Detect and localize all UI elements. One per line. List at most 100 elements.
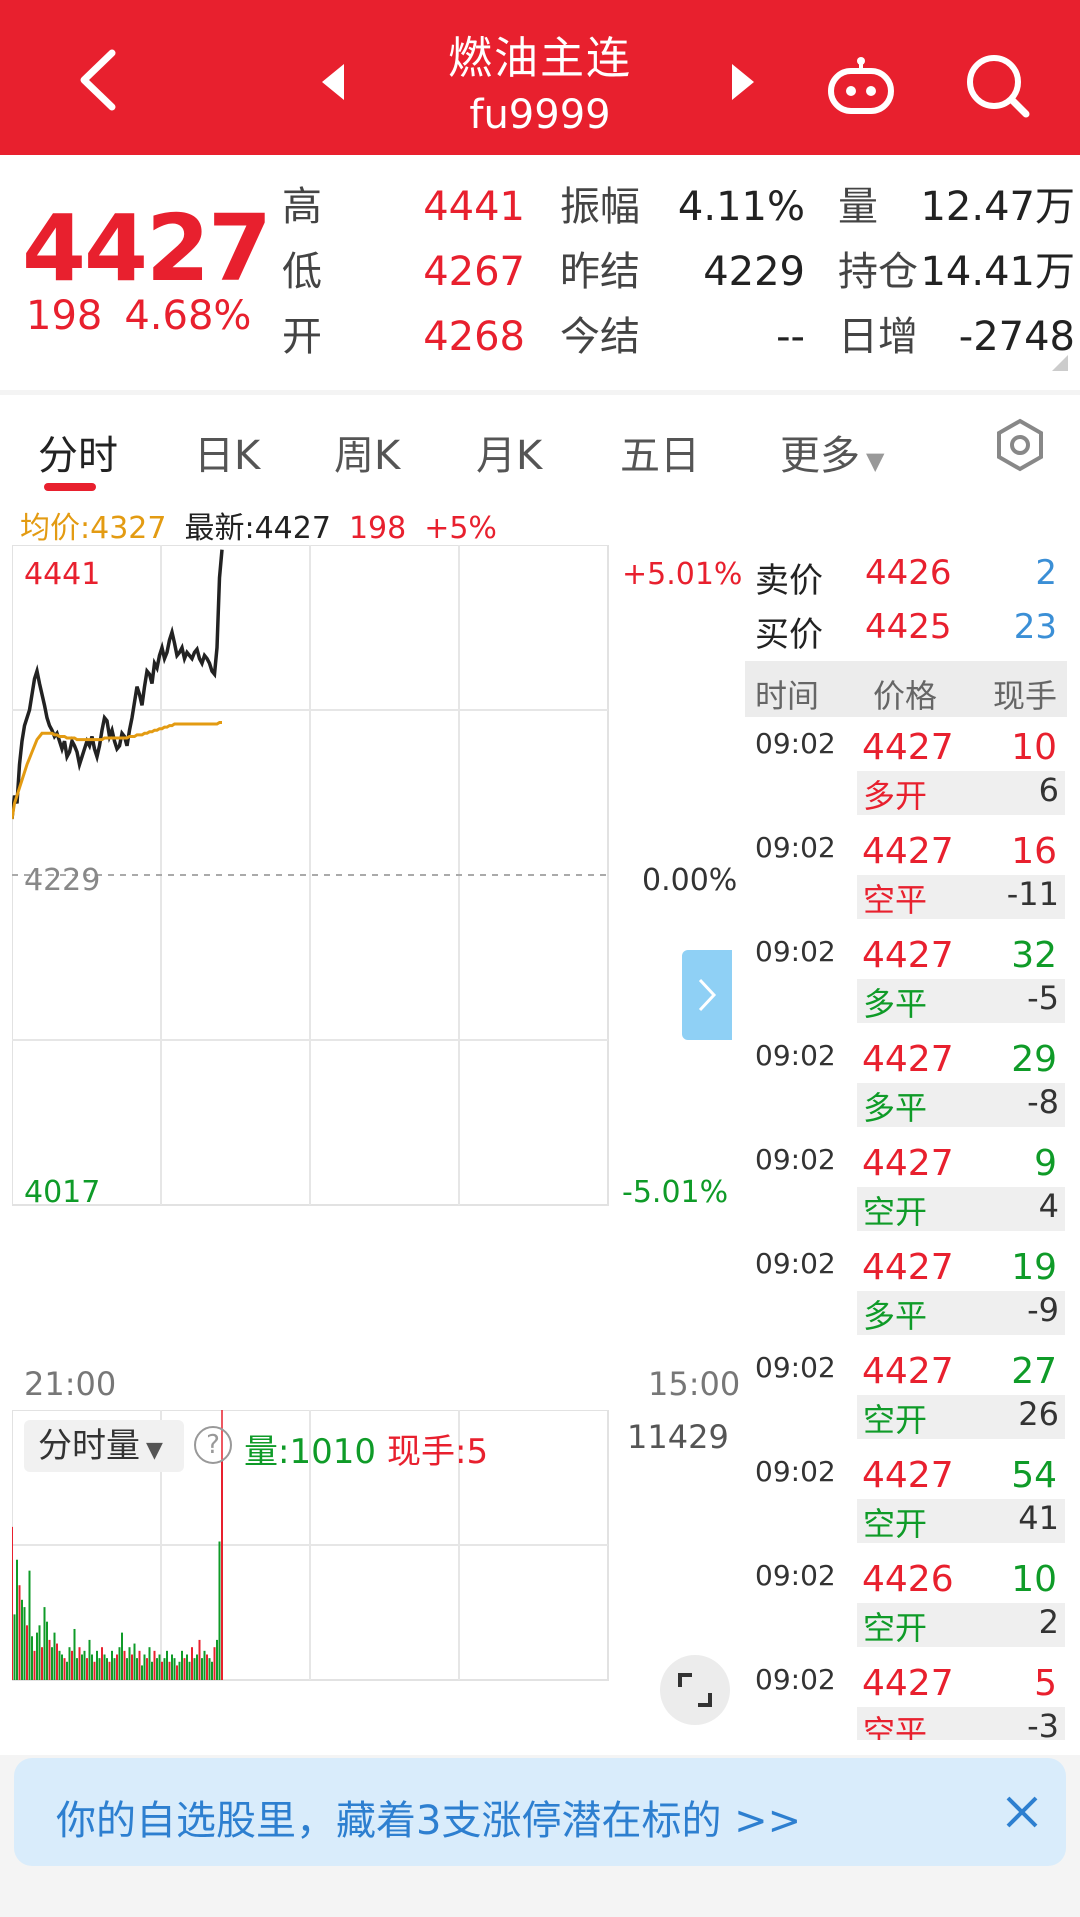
trade-net: -3 xyxy=(1027,1707,1059,1740)
trade-row: 09:02 4427 32 多平 -5 xyxy=(745,929,1067,1033)
expand-corner-icon[interactable] xyxy=(1052,355,1068,371)
label-open: 开 xyxy=(282,314,322,360)
collapse-panel-button[interactable] xyxy=(682,950,732,1040)
quote-panel: 4427 198 4.68% 高 低 开 4441 4267 4268 振幅 昨结… xyxy=(0,155,1080,390)
bid-qty: 23 xyxy=(1013,607,1057,647)
trade-net: 26 xyxy=(1018,1395,1059,1433)
trade-detail: 空平 -11 xyxy=(857,875,1065,919)
trade-type: 空平 xyxy=(863,881,928,919)
trade-net: -11 xyxy=(1006,875,1059,913)
legend-change-pct: +5% xyxy=(424,511,497,546)
trade-detail: 多开 6 xyxy=(857,771,1065,815)
trade-qty: 5 xyxy=(1034,1663,1057,1704)
volume-indicator-select[interactable]: 分时量 ▼ xyxy=(24,1420,184,1472)
ask-label: 卖价 xyxy=(755,561,823,601)
value-open: 4268 xyxy=(423,314,525,360)
trade-detail: 空平 -3 xyxy=(857,1707,1065,1740)
trade-type: 多平 xyxy=(863,1089,928,1127)
period-tabs: 分时 日K 周K 月K 五日 更多 ▼ xyxy=(0,395,1080,495)
trade-qty: 9 xyxy=(1034,1143,1057,1184)
tab-weekly-k[interactable]: 周K xyxy=(334,423,400,481)
trade-row: 09:02 4427 10 多开 6 xyxy=(745,721,1067,825)
label-today-settle: 今结 xyxy=(560,314,640,360)
trade-time: 09:02 xyxy=(755,935,836,968)
col-price: 价格 xyxy=(873,677,938,715)
chevron-down-icon: ▼ xyxy=(146,1438,163,1463)
pct-label-zero: 0.00% xyxy=(642,863,738,898)
trade-qty: 19 xyxy=(1011,1247,1057,1288)
quote-values-col1: 4441 4267 4268 xyxy=(420,175,525,370)
trade-row: 09:02 4426 10 空开 2 xyxy=(745,1553,1067,1657)
trade-detail: 空开 41 xyxy=(857,1499,1065,1543)
trade-type: 空开 xyxy=(863,1401,928,1439)
trade-type: 多开 xyxy=(863,777,928,815)
ask-row: 卖价 4426 2 xyxy=(745,553,1067,609)
price-change: 198 4.68% xyxy=(26,293,273,339)
pct-label-low: -5.01% xyxy=(622,1175,729,1210)
trade-net: -9 xyxy=(1027,1291,1059,1329)
volume-current-hand: 现手:5 xyxy=(387,1432,489,1472)
trade-price: 4427 xyxy=(862,1247,954,1288)
intraday-price-chart[interactable] xyxy=(12,545,742,1365)
trade-row: 09:02 4427 16 空平 -11 xyxy=(745,825,1067,929)
trades-header: 时间 价格 现手 xyxy=(745,661,1067,717)
legend-avg-price: 均价:4327 xyxy=(20,511,167,546)
promo-banner-text: 你的自选股里，藏着3支涨停潜在标的 >> xyxy=(56,1798,802,1844)
value-low: 4267 xyxy=(423,249,525,295)
trade-time: 09:02 xyxy=(755,1455,836,1488)
trade-type: 多平 xyxy=(863,985,928,1023)
volume-quantity: 量:1010 xyxy=(244,1432,376,1472)
value-volume: 12.47万 xyxy=(920,184,1075,230)
trade-time: 09:02 xyxy=(755,1143,836,1176)
trade-qty: 10 xyxy=(1011,727,1057,768)
trade-qty: 32 xyxy=(1011,935,1057,976)
trade-time: 09:02 xyxy=(755,1039,836,1072)
trade-detail: 空开 4 xyxy=(857,1187,1065,1231)
tab-five-day[interactable]: 五日 xyxy=(620,423,700,481)
tab-intraday[interactable]: 分时 xyxy=(38,423,118,481)
y-label-prev-settle: 4229 xyxy=(24,863,101,898)
back-icon[interactable] xyxy=(70,45,130,115)
col-time: 时间 xyxy=(755,677,820,715)
search-icon[interactable] xyxy=(962,50,1032,120)
orderbook-panel: 卖价 4426 2 买价 4425 23 时间 价格 现手 09:02 4427 1… xyxy=(745,545,1067,1740)
robot-icon[interactable] xyxy=(825,55,897,115)
trade-row: 09:02 4427 27 空开 26 xyxy=(745,1345,1067,1449)
contract-code: fu9999 xyxy=(469,92,611,138)
tab-monthly-k[interactable]: 月K xyxy=(476,423,542,481)
quote-labels-col2: 振幅 昨结 今结 xyxy=(560,175,640,370)
help-icon[interactable]: ? xyxy=(194,1426,232,1464)
avg-price-line xyxy=(12,721,222,820)
trade-price: 4427 xyxy=(862,1351,954,1392)
trade-time: 09:02 xyxy=(755,727,836,760)
fullscreen-button[interactable] xyxy=(660,1655,730,1725)
legend-latest-price: 最新:4427 xyxy=(184,511,331,546)
volume-panel: 分时量 ▼ ? 量:1010 现手:5 11429 xyxy=(12,1410,742,1750)
value-amplitude: 4.11% xyxy=(677,184,805,230)
tab-more-label: 更多 xyxy=(780,433,860,479)
trade-time: 09:02 xyxy=(755,1559,836,1592)
next-arrow-icon[interactable] xyxy=(730,62,756,102)
trade-type: 空开 xyxy=(863,1609,928,1647)
change-percent: 4.68% xyxy=(124,293,252,339)
trade-qty: 16 xyxy=(1011,831,1057,872)
time-start: 21:00 xyxy=(24,1365,117,1403)
bid-price: 4425 xyxy=(865,607,952,647)
trade-detail: 空开 26 xyxy=(857,1395,1065,1439)
chevron-down-icon: ▼ xyxy=(866,447,885,475)
trade-row: 09:02 4427 54 空开 41 xyxy=(745,1449,1067,1553)
tab-more[interactable]: 更多 ▼ xyxy=(780,423,884,481)
trade-detail: 多平 -9 xyxy=(857,1291,1065,1335)
close-icon[interactable] xyxy=(1002,1792,1042,1832)
tab-daily-k[interactable]: 日K xyxy=(194,423,260,481)
trade-type: 多平 xyxy=(863,1297,928,1335)
trade-time: 09:02 xyxy=(755,1663,836,1696)
settings-icon[interactable] xyxy=(992,417,1048,473)
trade-net: 41 xyxy=(1018,1499,1059,1537)
trade-price: 4427 xyxy=(862,1143,954,1184)
promo-banner[interactable]: 你的自选股里，藏着3支涨停潜在标的 >> xyxy=(14,1758,1066,1866)
quote-values-col3: 12.47万 14.41万 -2748 xyxy=(920,175,1075,370)
trade-row: 09:02 4427 19 多平 -9 xyxy=(745,1241,1067,1345)
value-prev-settle: 4229 xyxy=(703,249,805,295)
quote-labels-col1: 高 低 开 xyxy=(282,175,322,370)
